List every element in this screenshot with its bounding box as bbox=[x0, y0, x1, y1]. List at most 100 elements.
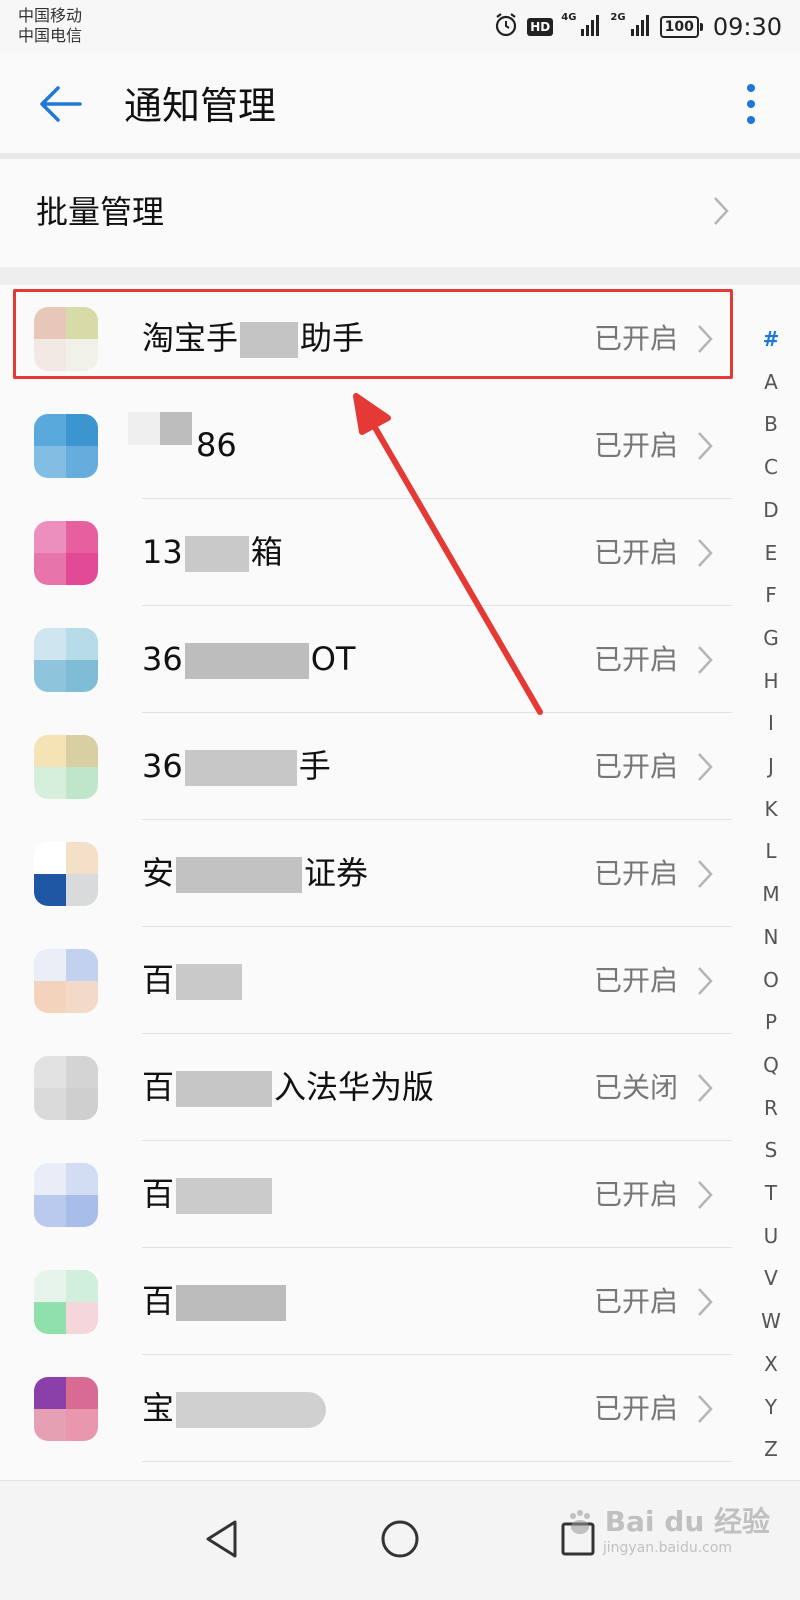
app-list: 淘宝手 助手 已开启 86 已开启 13 箱 已开启 36 OT 已开启 36 … bbox=[0, 285, 750, 1462]
index-letter[interactable]: O bbox=[756, 959, 786, 1002]
blurred-text bbox=[184, 536, 249, 572]
app-name: 百 bbox=[142, 1278, 288, 1324]
index-letter[interactable]: N bbox=[756, 916, 786, 959]
notification-status: 已开启 bbox=[593, 536, 678, 569]
chevron-right-icon bbox=[696, 1072, 714, 1108]
index-letter[interactable]: J bbox=[756, 745, 786, 788]
blurred-text bbox=[128, 412, 192, 478]
blurred-text bbox=[176, 1285, 287, 1321]
chevron-right-icon bbox=[712, 195, 730, 231]
nav-back-button[interactable] bbox=[182, 1501, 262, 1581]
carrier-info: 中国移动 中国电信 bbox=[18, 6, 82, 46]
index-letter[interactable]: X bbox=[756, 1343, 786, 1386]
index-letter[interactable]: G bbox=[756, 617, 786, 660]
notification-status: 已开启 bbox=[593, 1392, 678, 1425]
blurred-text bbox=[176, 1178, 273, 1214]
notification-status: 已关闭 bbox=[593, 1071, 678, 1104]
app-name: 13 箱 bbox=[142, 533, 283, 572]
row-divider bbox=[142, 1461, 732, 1462]
index-letter[interactable]: B bbox=[756, 403, 786, 446]
chevron-right-icon bbox=[696, 323, 714, 359]
index-letter[interactable]: Q bbox=[756, 1044, 786, 1087]
screen: 中国移动 中国电信 HD 4G 2G 100 09:30 通知管理 批量管理 淘… bbox=[0, 0, 800, 1600]
index-letter[interactable]: M bbox=[756, 873, 786, 916]
index-letter[interactable]: A bbox=[756, 361, 786, 404]
index-letter[interactable]: R bbox=[756, 1087, 786, 1130]
clock: 09:30 bbox=[712, 13, 782, 41]
network-type-2: 2G bbox=[610, 12, 626, 23]
app-name: 百入法华为版 bbox=[142, 1068, 435, 1107]
alphabet-index[interactable]: # A B C D E F G H I J K L M N O P Q R S T U V W X Y Z bbox=[756, 318, 786, 1471]
list-item-app[interactable]: 13 箱 已开启 bbox=[0, 499, 750, 606]
app-name: 宝 bbox=[142, 1385, 328, 1431]
chevron-right-icon bbox=[696, 751, 714, 787]
chevron-right-icon bbox=[696, 1393, 714, 1429]
blurred-text bbox=[176, 1392, 327, 1428]
app-name: 淘宝手 助手 bbox=[142, 319, 365, 358]
chevron-right-icon bbox=[696, 1286, 714, 1322]
nav-home-button[interactable] bbox=[360, 1501, 440, 1581]
index-letter[interactable]: L bbox=[756, 830, 786, 873]
chevron-right-icon bbox=[696, 965, 714, 1001]
index-letter[interactable]: K bbox=[756, 788, 786, 831]
batch-manage-row[interactable]: 批量管理 bbox=[0, 159, 800, 267]
index-letter[interactable]: Y bbox=[756, 1386, 786, 1429]
index-letter[interactable]: E bbox=[756, 532, 786, 575]
index-letter[interactable]: V bbox=[756, 1257, 786, 1300]
list-item-app[interactable]: 36 OT 已开启 bbox=[0, 606, 750, 713]
blurred-text bbox=[176, 1071, 273, 1107]
index-letter[interactable]: F bbox=[756, 574, 786, 617]
index-letter[interactable]: U bbox=[756, 1215, 786, 1258]
blurred-text bbox=[176, 964, 243, 1000]
app-icon bbox=[34, 1163, 98, 1227]
chevron-right-icon bbox=[696, 537, 714, 573]
index-letter[interactable]: S bbox=[756, 1129, 786, 1172]
index-letter[interactable]: # bbox=[756, 318, 786, 361]
list-item-app[interactable]: 安证券 已开启 bbox=[0, 820, 750, 927]
list-item-app[interactable]: 36 手 已开启 bbox=[0, 713, 750, 820]
index-letter[interactable]: C bbox=[756, 446, 786, 489]
list-item-app[interactable]: 百入法华为版 已关闭 bbox=[0, 1034, 750, 1141]
list-item-app[interactable]: 百 已开启 bbox=[0, 1248, 750, 1355]
page-title: 通知管理 bbox=[124, 84, 277, 128]
battery-indicator: 100 bbox=[659, 16, 704, 38]
app-icon bbox=[34, 628, 98, 692]
status-icons: HD 4G 2G 100 09:30 bbox=[493, 10, 782, 44]
triangle-back-icon bbox=[202, 1518, 242, 1564]
signal-icon bbox=[630, 13, 652, 41]
app-name: 86 bbox=[196, 426, 237, 464]
circle-home-icon bbox=[379, 1518, 421, 1564]
index-letter[interactable]: T bbox=[756, 1172, 786, 1215]
index-letter[interactable]: Z bbox=[756, 1428, 786, 1471]
app-icon bbox=[34, 1056, 98, 1120]
blurred-text bbox=[184, 750, 297, 786]
index-letter[interactable]: H bbox=[756, 660, 786, 703]
app-name: 36 手 bbox=[142, 747, 331, 786]
index-letter[interactable]: I bbox=[756, 702, 786, 745]
index-letter[interactable]: W bbox=[756, 1300, 786, 1343]
carrier-1: 中国移动 bbox=[18, 6, 83, 25]
network-type-1: 4G bbox=[561, 12, 577, 23]
list-item-app[interactable]: 淘宝手 助手 已开启 bbox=[0, 285, 750, 392]
index-letter[interactable]: D bbox=[756, 489, 786, 532]
app-name: 百 bbox=[142, 957, 244, 1003]
more-options-button[interactable] bbox=[726, 76, 776, 136]
notification-status: 已开启 bbox=[593, 857, 678, 890]
app-name: 36 OT bbox=[142, 640, 356, 679]
list-item-app[interactable]: 宝 已开启 bbox=[0, 1355, 750, 1462]
chevron-right-icon bbox=[696, 430, 714, 466]
notification-status: 已开启 bbox=[593, 1285, 678, 1318]
app-icon bbox=[34, 1377, 98, 1441]
hd-badge: HD bbox=[527, 18, 554, 36]
list-item-app[interactable]: 86 已开启 bbox=[0, 392, 750, 499]
batch-manage-label: 批量管理 bbox=[36, 193, 165, 231]
alarm-icon bbox=[493, 12, 519, 42]
list-item-app[interactable]: 百 已开启 bbox=[0, 927, 750, 1034]
notification-status: 已开启 bbox=[593, 322, 678, 355]
index-letter[interactable]: P bbox=[756, 1001, 786, 1044]
back-button[interactable] bbox=[30, 76, 90, 136]
app-name: 安证券 bbox=[142, 854, 369, 893]
notification-status: 已开启 bbox=[593, 429, 678, 462]
status-bar: 中国移动 中国电信 HD 4G 2G 100 09:30 bbox=[0, 0, 800, 52]
list-item-app[interactable]: 百 已开启 bbox=[0, 1141, 750, 1248]
